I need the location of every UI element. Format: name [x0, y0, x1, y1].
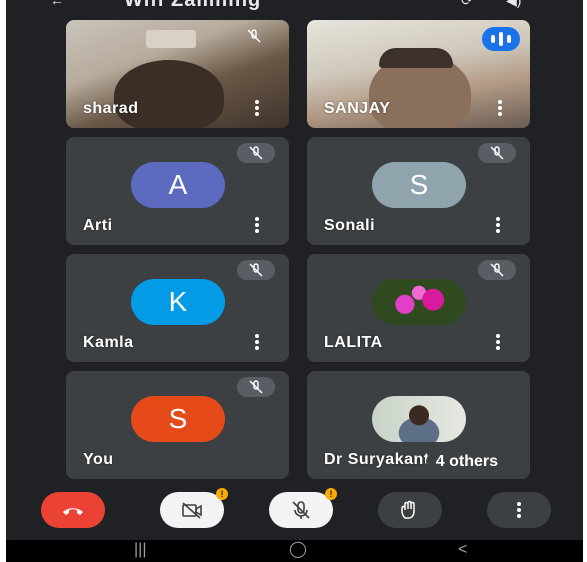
raise-hand-icon	[401, 500, 415, 519]
participant-tile-others[interactable]: Dr Suryakant 4 others	[307, 371, 530, 479]
more-vert-icon[interactable]	[255, 334, 259, 350]
mic-muted-indicator	[478, 260, 516, 280]
avatar: K	[131, 279, 225, 325]
participant-name: SANJAY	[324, 100, 391, 117]
participant-tile-sanjay[interactable]: SANJAY	[307, 20, 530, 128]
mic-off-icon	[490, 263, 504, 277]
mic-muted-indicator	[237, 143, 275, 163]
camera-toggle-button[interactable]: !	[160, 488, 228, 528]
meeting-title: Wifi Zamiling	[124, 0, 262, 11]
meet-screen: ← Wifi Zamiling ⟳ ◀) sharad SANJAY A Art…	[0, 0, 587, 562]
camera-warning-badge: !	[216, 488, 228, 500]
more-vert-icon[interactable]	[498, 100, 502, 116]
speaking-indicator	[482, 27, 520, 51]
mic-warning-badge: !	[325, 488, 337, 500]
participant-name: sharad	[83, 100, 139, 117]
mic-off-icon	[249, 146, 263, 160]
more-vert-icon[interactable]	[255, 217, 259, 233]
participant-name: You	[83, 451, 114, 468]
more-options-icon	[517, 502, 521, 518]
raise-hand-button[interactable]	[378, 492, 442, 528]
back-nav-icon[interactable]: <	[458, 542, 467, 558]
orchid-photo-icon	[372, 279, 466, 325]
switch-camera-icon[interactable]: ⟳	[461, 0, 473, 9]
participant-tile-you[interactable]: S You	[66, 371, 289, 479]
camera-off-icon	[182, 502, 202, 519]
mic-off-icon	[247, 29, 261, 43]
participant-name: LALITA	[324, 334, 383, 351]
others-count-badge[interactable]: 4 others	[425, 451, 508, 473]
avatar: A	[131, 162, 225, 208]
participant-name: Arti	[83, 217, 113, 234]
screen-edge-left	[0, 0, 6, 562]
participant-tile-arti[interactable]: A Arti	[66, 137, 289, 245]
end-call-icon	[63, 508, 83, 515]
recents-nav-icon[interactable]: |||	[134, 542, 146, 558]
mic-toggle-button[interactable]: !	[269, 488, 337, 528]
participant-name: Kamla	[83, 334, 134, 351]
mic-off-icon	[249, 263, 263, 277]
android-nav-bar: ||| ◯ <	[6, 540, 583, 562]
avatar: S	[372, 162, 466, 208]
wall-sign	[146, 30, 196, 48]
participant-name: Dr Suryakant	[324, 451, 430, 468]
back-arrow-icon[interactable]: ←	[50, 0, 64, 8]
participant-tile-sonali[interactable]: S Sonali	[307, 137, 530, 245]
mic-muted-indicator	[237, 377, 275, 397]
profile-photo-icon	[372, 396, 466, 442]
participant-name: Sonali	[324, 217, 376, 234]
top-bar: ← Wifi Zamiling ⟳ ◀)	[6, 0, 583, 14]
mic-off-icon	[490, 146, 504, 160]
more-options-button[interactable]	[487, 492, 551, 528]
more-vert-icon[interactable]	[255, 100, 259, 116]
mic-off-icon	[249, 380, 263, 394]
screen-edge-right	[583, 0, 587, 562]
participant-tile-lalita[interactable]: LALITA	[307, 254, 530, 362]
more-vert-icon[interactable]	[496, 334, 500, 350]
avatar: S	[131, 396, 225, 442]
speaker-icon[interactable]: ◀)	[506, 0, 521, 9]
call-controls: ! !	[6, 480, 583, 540]
home-nav-icon[interactable]: ◯	[289, 542, 307, 558]
participant-tile-kamla[interactable]: K Kamla	[66, 254, 289, 362]
mic-muted-indicator	[235, 26, 273, 46]
video-hair	[379, 48, 453, 68]
more-vert-icon[interactable]	[496, 217, 500, 233]
mic-muted-indicator	[478, 143, 516, 163]
mic-off-icon	[292, 501, 310, 519]
participant-tile-sharad[interactable]: sharad	[66, 20, 289, 128]
end-call-button[interactable]	[41, 492, 105, 528]
mic-muted-indicator	[237, 260, 275, 280]
